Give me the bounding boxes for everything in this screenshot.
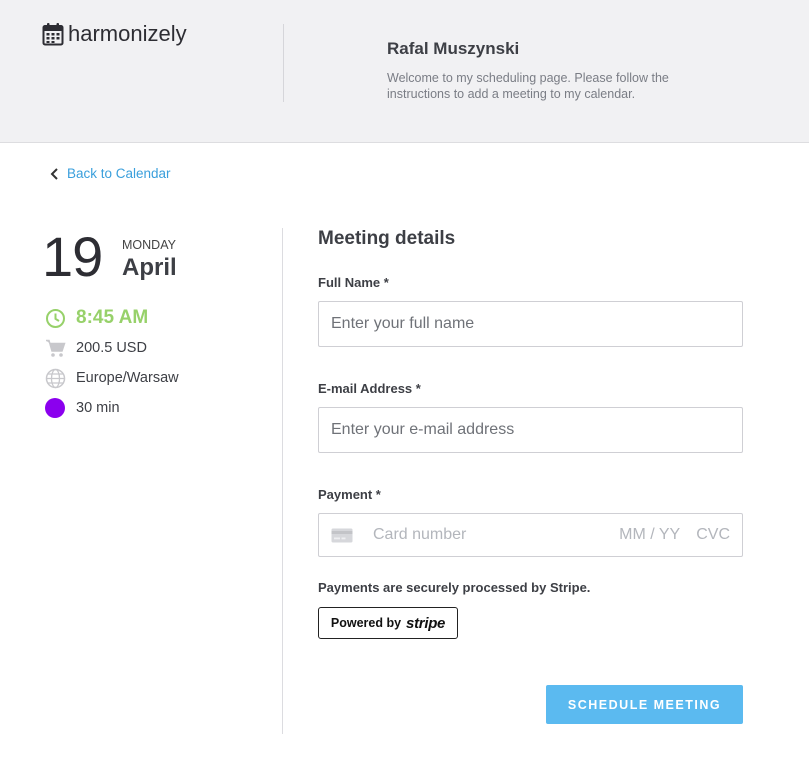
full-name-label: Full Name * <box>318 275 389 290</box>
credit-card-icon <box>331 528 353 542</box>
event-month: April <box>122 254 177 281</box>
card-number-field[interactable]: Card number <box>373 526 619 544</box>
harmonizely-logo[interactable]: harmonizely <box>42 21 187 47</box>
form-title: Meeting details <box>318 228 456 249</box>
event-duration: 30 min <box>76 400 120 416</box>
stripe-logo-text: stripe <box>406 614 446 632</box>
card-cvc-field[interactable]: CVC <box>696 526 730 544</box>
page-header: harmonizely Rafal Muszynski Welcome to m… <box>0 0 809 143</box>
event-time-row: 8:45 AM <box>44 307 148 329</box>
welcome-message: Welcome to my scheduling page. Please fo… <box>387 71 669 101</box>
back-to-calendar-link[interactable]: Back to Calendar <box>50 166 171 181</box>
event-day: 19 <box>42 225 103 288</box>
calendar-icon <box>42 23 64 46</box>
stripe-badge-prefix: Powered by <box>330 616 402 630</box>
full-name-input[interactable] <box>318 301 743 347</box>
schedule-meeting-button[interactable]: SCHEDULE MEETING <box>546 685 743 724</box>
logo-text: harmonizely <box>68 21 187 46</box>
email-input[interactable] <box>318 407 743 453</box>
event-time: 8:45 AM <box>76 307 149 328</box>
event-price-row: 200.5 USD <box>44 337 147 359</box>
email-label: E-mail Address * <box>318 381 421 396</box>
card-expiry-field[interactable]: MM / YY <box>619 526 680 544</box>
event-timezone: Europe/Warsaw <box>76 370 179 386</box>
owner-name: Rafal Muszynski <box>387 39 520 58</box>
event-color-dot <box>44 397 66 419</box>
header-divider <box>283 24 284 102</box>
content-divider <box>282 228 283 734</box>
chevron-left-icon <box>50 167 58 180</box>
powered-by-stripe-badge[interactable]: Powered by stripe <box>318 607 458 639</box>
clock-icon <box>44 307 66 329</box>
payment-label: Payment * <box>318 487 381 502</box>
globe-icon <box>44 367 66 389</box>
back-link-label: Back to Calendar <box>67 166 171 181</box>
card-input[interactable]: Card number MM / YY CVC <box>318 513 743 557</box>
event-weekday: MONDAY <box>122 238 176 252</box>
secure-payment-note: Payments are securely processed by Strip… <box>318 580 591 595</box>
cart-icon <box>44 337 66 359</box>
event-timezone-row: Europe/Warsaw <box>44 367 179 389</box>
event-price: 200.5 USD <box>76 340 147 356</box>
event-duration-row: 30 min <box>44 397 120 419</box>
